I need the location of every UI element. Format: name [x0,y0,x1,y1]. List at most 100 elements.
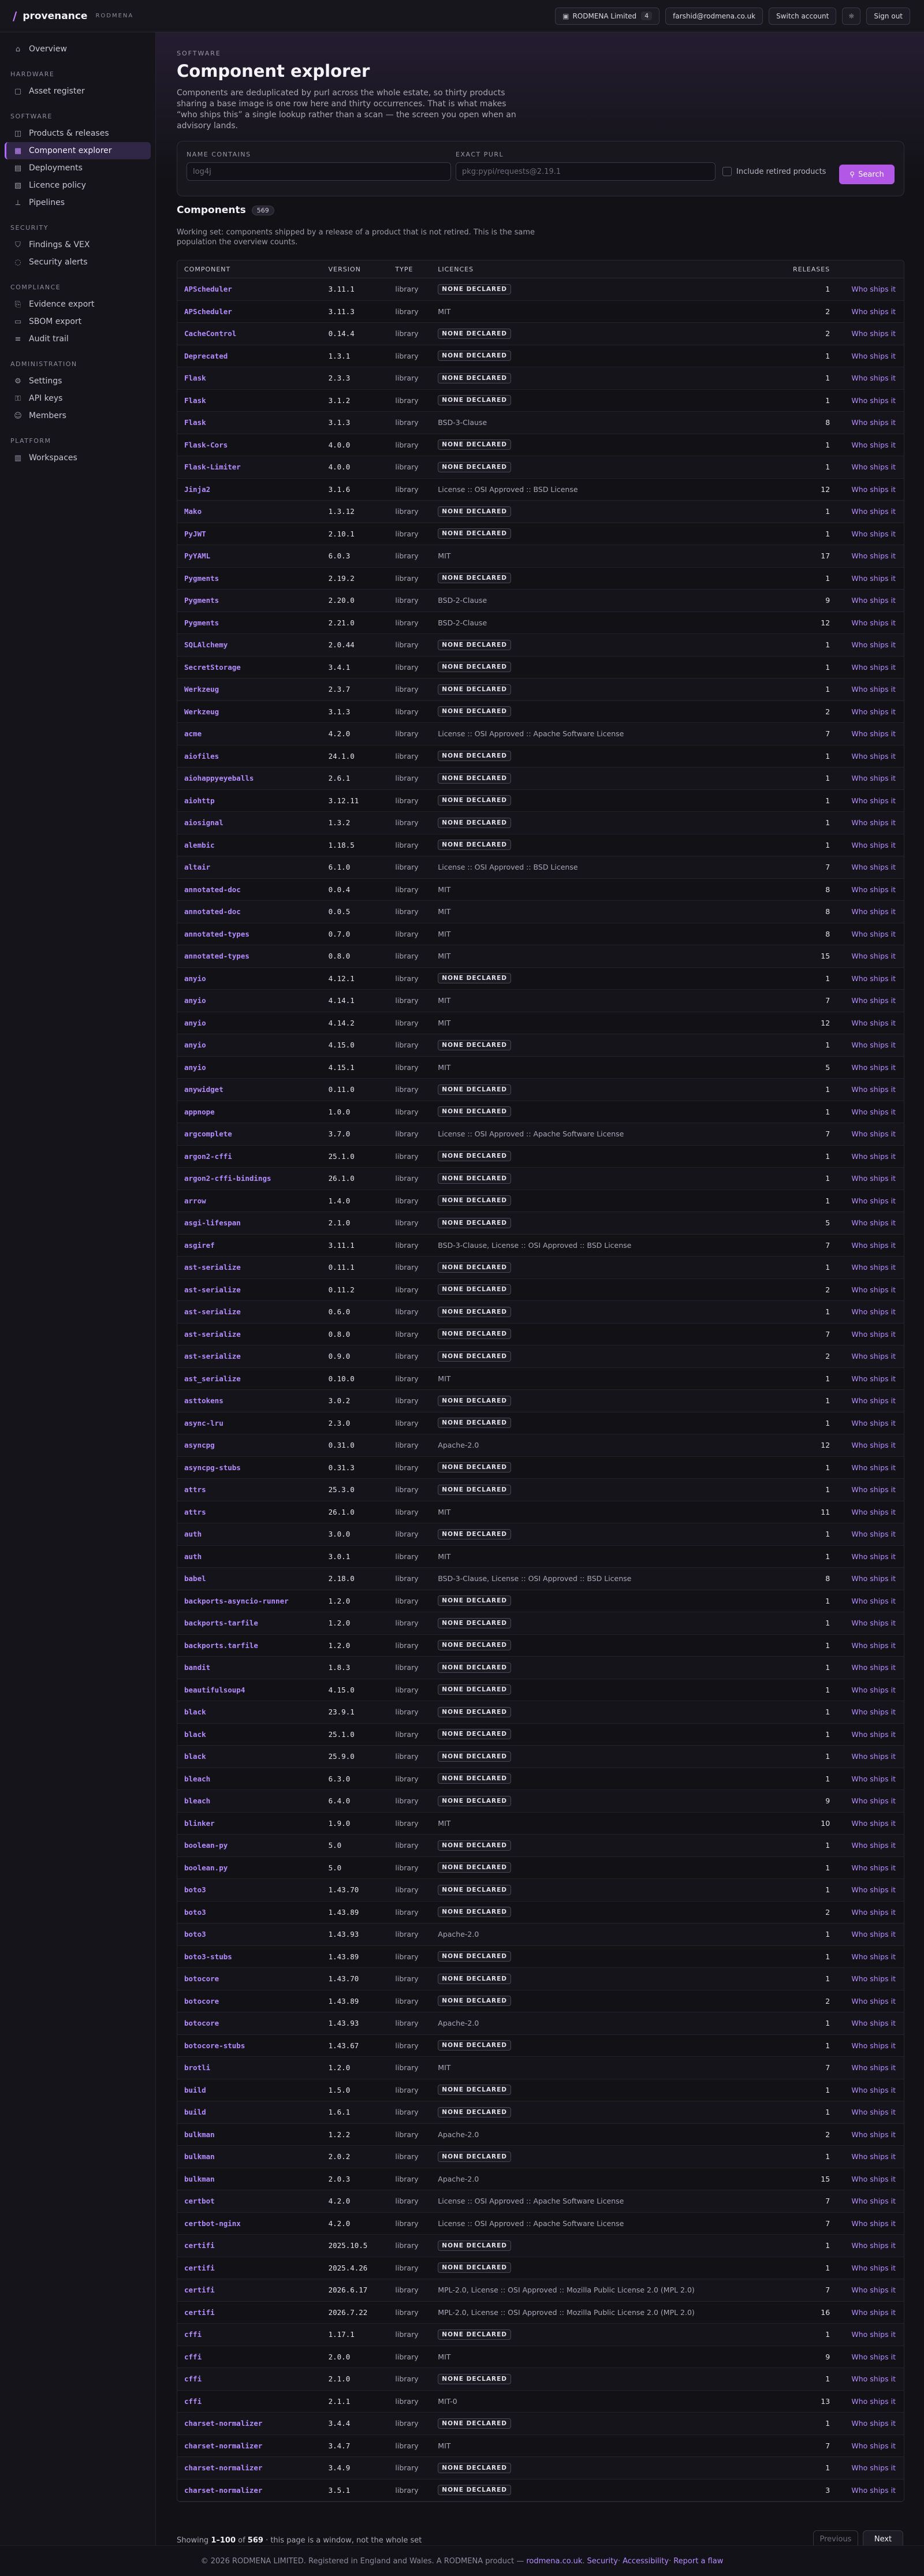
who-ships-it-link[interactable]: Who ships it [830,1530,904,1538]
sign-out-button[interactable]: Sign out [866,7,910,25]
component-name-link[interactable]: Mako [177,507,329,516]
component-name-link[interactable]: boto3 [177,1930,329,1938]
who-ships-it-link[interactable]: Who ships it [830,551,904,560]
who-ships-it-link[interactable]: Who ships it [830,574,904,583]
switch-account-button[interactable]: Switch account [769,7,837,25]
component-name-link[interactable]: altair [177,863,329,871]
who-ships-it-link[interactable]: Who ships it [830,1396,904,1405]
who-ships-it-link[interactable]: Who ships it [830,1552,904,1561]
sidebar-item-api-keys[interactable]: ⚿ API keys [5,390,151,407]
component-name-link[interactable]: charset-normalizer [177,2463,329,2472]
component-name-link[interactable]: Werkzeug [177,707,329,716]
who-ships-it-link[interactable]: Who ships it [830,2041,904,2050]
component-name-link[interactable]: black [177,1708,329,1716]
who-ships-it-link[interactable]: Who ships it [830,818,904,827]
component-name-link[interactable]: Flask [177,418,329,427]
component-name-link[interactable]: certifi [177,2264,329,2272]
who-ships-it-link[interactable]: Who ships it [830,2486,904,2495]
who-ships-it-link[interactable]: Who ships it [830,1752,904,1761]
who-ships-it-link[interactable]: Who ships it [830,1330,904,1339]
component-name-link[interactable]: ast-serialize [177,1330,329,1339]
component-name-link[interactable]: argcomplete [177,1129,329,1138]
component-name-link[interactable]: boolean.py [177,1863,329,1872]
component-name-link[interactable]: boto3 [177,1908,329,1917]
who-ships-it-link[interactable]: Who ships it [830,1908,904,1917]
component-name-link[interactable]: APScheduler [177,285,329,293]
who-ships-it-link[interactable]: Who ships it [830,1641,904,1650]
component-name-link[interactable]: beautifulsoup4 [177,1686,329,1694]
who-ships-it-link[interactable]: Who ships it [830,1352,904,1360]
who-ships-it-link[interactable]: Who ships it [830,1441,904,1449]
who-ships-it-link[interactable]: Who ships it [830,774,904,782]
who-ships-it-link[interactable]: Who ships it [830,463,904,471]
component-name-link[interactable]: Flask [177,396,329,405]
component-name-link[interactable]: ast-serialize [177,1263,329,1272]
who-ships-it-link[interactable]: Who ships it [830,930,904,938]
who-ships-it-link[interactable]: Who ships it [830,2152,904,2161]
who-ships-it-link[interactable]: Who ships it [830,1819,904,1828]
who-ships-it-link[interactable]: Who ships it [830,707,904,716]
name-contains-input[interactable] [187,162,451,181]
component-name-link[interactable]: certbot [177,2197,329,2205]
component-name-link[interactable]: certbot-nginx [177,2219,329,2228]
component-name-link[interactable]: certifi [177,2286,329,2294]
who-ships-it-link[interactable]: Who ships it [830,996,904,1005]
component-name-link[interactable]: auth [177,1530,329,1538]
component-name-link[interactable]: asgiref [177,1241,329,1250]
component-name-link[interactable]: Werkzeug [177,685,329,694]
org-switcher[interactable]: ▣ RODMENA Limited 4 [555,7,660,25]
who-ships-it-link[interactable]: Who ships it [830,2397,904,2406]
component-name-link[interactable]: aiohappyeyeballs [177,774,329,782]
component-name-link[interactable]: SecretStorage [177,663,329,672]
component-name-link[interactable]: ast-serialize [177,1352,329,1360]
who-ships-it-link[interactable]: Who ships it [830,752,904,761]
component-name-link[interactable]: build [177,2086,329,2094]
who-ships-it-link[interactable]: Who ships it [830,618,904,627]
component-name-link[interactable]: annotated-types [177,952,329,960]
component-name-link[interactable]: attrs [177,1508,329,1516]
who-ships-it-link[interactable]: Who ships it [830,1796,904,1805]
who-ships-it-link[interactable]: Who ships it [830,1152,904,1161]
who-ships-it-link[interactable]: Who ships it [830,1663,904,1672]
component-name-link[interactable]: anyio [177,1063,329,1072]
search-button[interactable]: ⚲ Search [839,165,895,184]
sidebar-item-findings-vex[interactable]: ⛉ Findings & VEX [5,236,151,254]
component-name-link[interactable]: APScheduler [177,307,329,316]
component-name-link[interactable]: argon2-cffi [177,1152,329,1161]
component-name-link[interactable]: aiohttp [177,796,329,805]
component-name-link[interactable]: arrow [177,1196,329,1205]
who-ships-it-link[interactable]: Who ships it [830,1597,904,1605]
who-ships-it-link[interactable]: Who ships it [830,841,904,849]
component-name-link[interactable]: anywidget [177,1085,329,1094]
component-name-link[interactable]: PyJWT [177,530,329,538]
component-name-link[interactable]: cffi [177,2353,329,2361]
component-name-link[interactable]: anyio [177,1019,329,1027]
who-ships-it-link[interactable]: Who ships it [830,352,904,360]
component-name-link[interactable]: asyncpg [177,1441,329,1449]
component-name-link[interactable]: charset-normalizer [177,2441,329,2450]
footer-link-security[interactable]: Security [587,2557,618,2566]
component-name-link[interactable]: backports-asyncio-runner [177,1597,329,1605]
component-name-link[interactable]: cffi [177,2397,329,2406]
sidebar-item-asset-register[interactable]: ▢ Asset register [5,83,151,100]
who-ships-it-link[interactable]: Who ships it [830,2219,904,2228]
who-ships-it-link[interactable]: Who ships it [830,2108,904,2116]
who-ships-it-link[interactable]: Who ships it [830,1218,904,1227]
exact-purl-input[interactable] [456,162,716,181]
component-name-link[interactable]: async-lru [177,1419,329,1427]
who-ships-it-link[interactable]: Who ships it [830,1974,904,1983]
component-name-link[interactable]: Jinja2 [177,485,329,494]
who-ships-it-link[interactable]: Who ships it [830,1085,904,1094]
component-name-link[interactable]: alembic [177,841,329,849]
who-ships-it-link[interactable]: Who ships it [830,285,904,293]
who-ships-it-link[interactable]: Who ships it [830,1419,904,1427]
who-ships-it-link[interactable]: Who ships it [830,1174,904,1183]
component-name-link[interactable]: certifi [177,2241,329,2250]
who-ships-it-link[interactable]: Who ships it [830,1619,904,1627]
who-ships-it-link[interactable]: Who ships it [830,1041,904,1049]
who-ships-it-link[interactable]: Who ships it [830,640,904,649]
who-ships-it-link[interactable]: Who ships it [830,2330,904,2339]
who-ships-it-link[interactable]: Who ships it [830,1686,904,1694]
who-ships-it-link[interactable]: Who ships it [830,2241,904,2250]
component-name-link[interactable]: certifi [177,2308,329,2317]
